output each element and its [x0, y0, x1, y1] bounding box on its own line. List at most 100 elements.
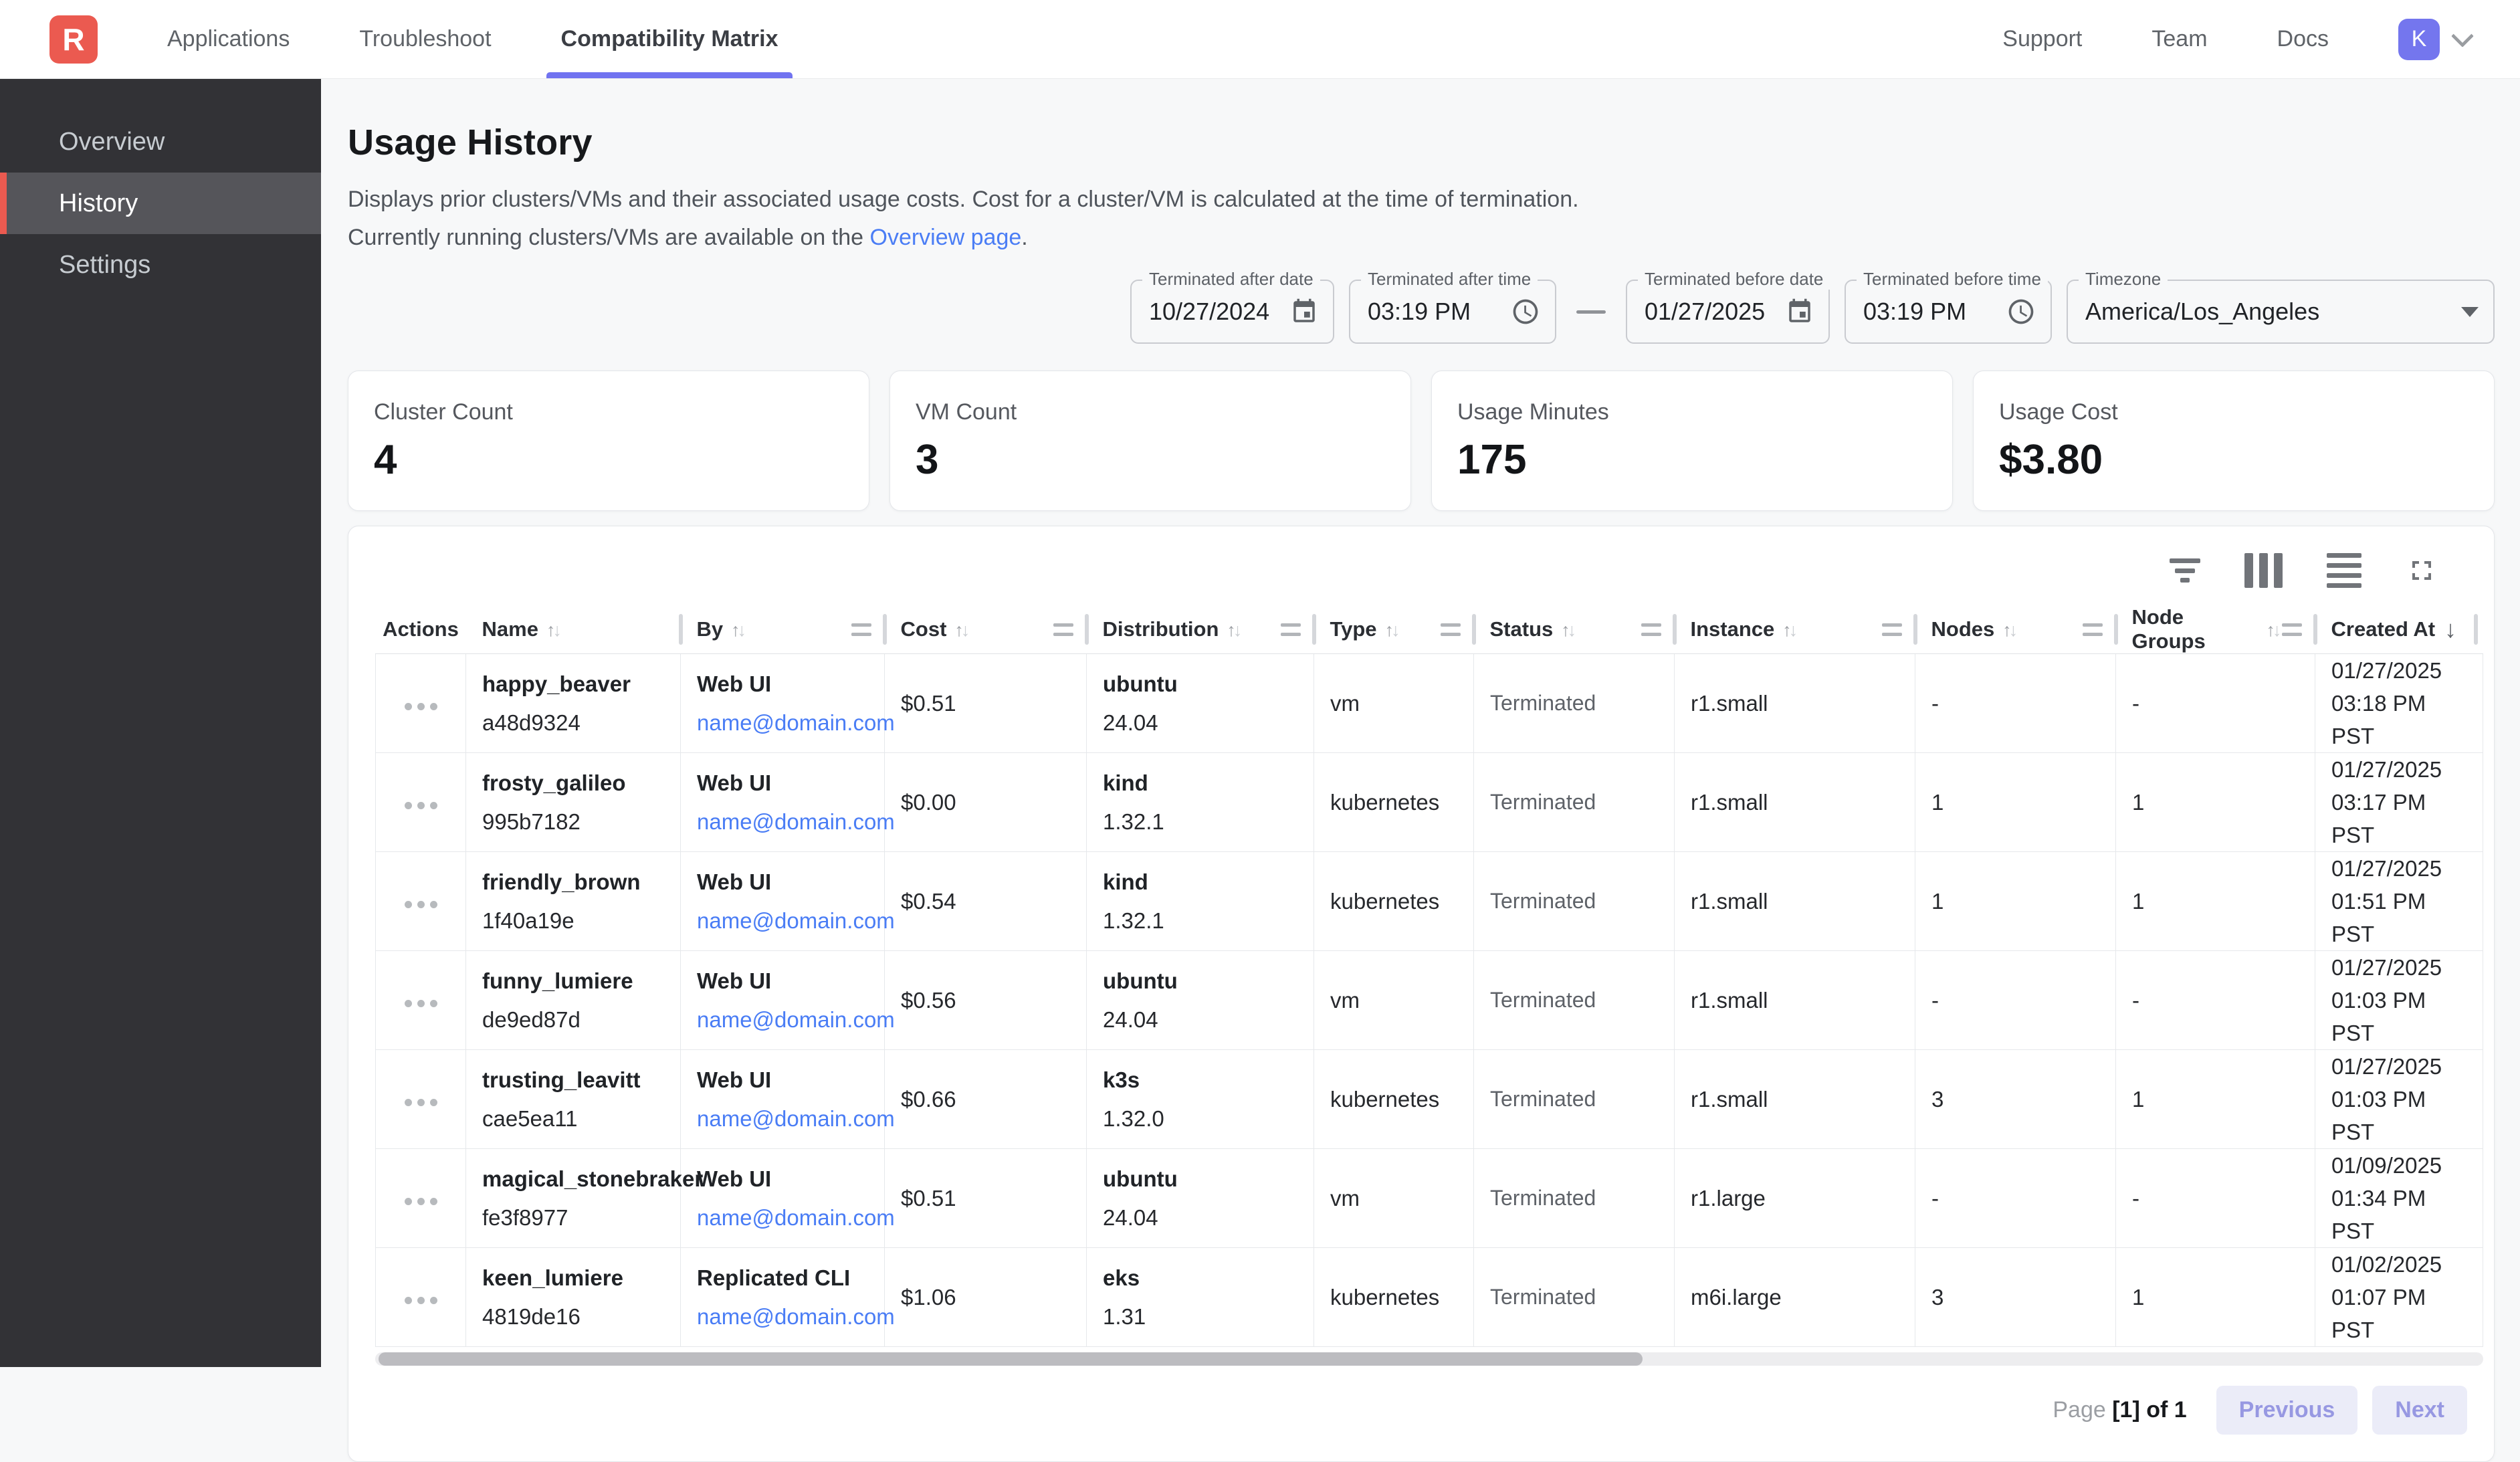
calendar-icon[interactable] [1786, 298, 1814, 326]
column-header-instance[interactable]: Instance [1675, 605, 1915, 654]
sort-icons[interactable] [954, 617, 970, 641]
column-menu-icon[interactable] [1882, 623, 1902, 636]
cluster-id: a48d9324 [482, 709, 668, 737]
row-actions-button[interactable] [398, 894, 444, 915]
horizontal-scrollbar-track[interactable] [375, 1352, 2483, 1366]
app-logo-letter: R [62, 21, 84, 58]
by-email-link[interactable]: name@domain.com [697, 1205, 895, 1230]
column-resize-handle[interactable] [1913, 614, 1917, 645]
column-resize-handle[interactable] [2114, 614, 2118, 645]
column-menu-icon[interactable] [2282, 623, 2302, 636]
row-actions-button[interactable] [398, 795, 444, 816]
clock-icon[interactable] [1511, 297, 1540, 326]
sidebar-item-history[interactable]: History [0, 173, 321, 234]
nodes-cell: 1 [1915, 852, 2116, 951]
column-header-type[interactable]: Type [1314, 605, 1474, 654]
filter-icon[interactable] [2170, 558, 2200, 583]
nav-item-compatibility-matrix[interactable]: Compatibility Matrix [561, 0, 778, 78]
by-email-link[interactable]: name@domain.com [697, 1304, 895, 1329]
nav-item-troubleshoot[interactable]: Troubleshoot [359, 0, 491, 78]
column-menu-icon[interactable] [1441, 623, 1461, 636]
column-header-node-groups[interactable]: Node Groups [2116, 605, 2315, 654]
sort-icons[interactable] [1561, 617, 1576, 641]
row-actions-button[interactable] [398, 1092, 444, 1113]
terminated-before-date-field[interactable]: Terminated before date 01/27/2025 [1626, 280, 1830, 344]
column-resize-handle[interactable] [1085, 614, 1089, 645]
nav-item-applications[interactable]: Applications [167, 0, 290, 78]
column-header-nodes[interactable]: Nodes [1915, 605, 2116, 654]
stat-value: 3 [916, 436, 1385, 484]
created-time: 01:51 PM PST [2331, 885, 2471, 950]
column-header-distribution[interactable]: Distribution [1087, 605, 1314, 654]
row-actions-button[interactable] [398, 993, 444, 1014]
user-menu-button[interactable]: K [2398, 19, 2471, 60]
status-cell: Terminated [1474, 852, 1675, 951]
table-row: friendly_brown1f40a19e Web UIname@domain… [376, 852, 2483, 951]
sort-icons[interactable] [1385, 617, 1400, 641]
clock-icon[interactable] [2006, 297, 2036, 326]
sort-icons[interactable] [2002, 617, 2018, 641]
sort-icons[interactable] [1227, 617, 1242, 641]
created-by: Web UI [697, 769, 872, 797]
row-actions-button[interactable] [398, 1290, 444, 1311]
sort-desc-icon[interactable] [2444, 615, 2456, 643]
sort-icons[interactable] [1782, 617, 1798, 641]
horizontal-scrollbar-thumb[interactable] [379, 1352, 1643, 1366]
column-resize-handle[interactable] [883, 614, 887, 645]
field-label: Timezone [2079, 269, 2168, 290]
fullscreen-icon[interactable] [2406, 554, 2438, 587]
previous-page-button[interactable]: Previous [2216, 1386, 2358, 1435]
column-resize-handle[interactable] [2313, 614, 2317, 645]
by-email-link[interactable]: name@domain.com [697, 710, 895, 735]
column-resize-handle[interactable] [1472, 614, 1476, 645]
sidebar-item-overview[interactable]: Overview [0, 111, 321, 173]
by-email-link[interactable]: name@domain.com [697, 1106, 895, 1131]
column-header-created-at[interactable]: Created At [2315, 605, 2483, 654]
sidebar-item-settings[interactable]: Settings [0, 234, 321, 296]
distribution-version: 1.32.0 [1103, 1105, 1301, 1133]
sort-icons[interactable] [546, 617, 562, 641]
instance-cell: r1.small [1675, 852, 1915, 951]
column-menu-icon[interactable] [851, 623, 871, 636]
status-cell: Terminated [1474, 1248, 1675, 1347]
nav-item-support[interactable]: Support [2002, 0, 2082, 78]
sort-icons[interactable] [731, 617, 746, 641]
column-menu-icon[interactable] [1053, 623, 1073, 636]
created-time: 01:07 PM PST [2331, 1281, 2471, 1346]
column-label: Distribution [1103, 617, 1219, 641]
column-header-status[interactable]: Status [1474, 605, 1675, 654]
column-resize-handle[interactable] [1312, 614, 1316, 645]
column-resize-handle[interactable] [679, 614, 683, 645]
nav-item-docs[interactable]: Docs [2277, 0, 2329, 78]
created-date: 01/02/2025 [2331, 1248, 2471, 1281]
column-menu-icon[interactable] [1641, 623, 1661, 636]
dropdown-arrow-icon [2461, 307, 2479, 317]
row-actions-button[interactable] [398, 696, 444, 717]
calendar-icon[interactable] [1290, 298, 1318, 326]
density-icon[interactable] [2327, 553, 2361, 588]
column-resize-handle[interactable] [1673, 614, 1677, 645]
column-header-name[interactable]: Name [466, 605, 681, 654]
timezone-select[interactable]: Timezone America/Los_Angeles [2067, 280, 2495, 344]
app-logo[interactable]: R [49, 15, 98, 64]
row-actions-button[interactable] [398, 1191, 444, 1212]
terminated-after-date-field[interactable]: Terminated after date 10/27/2024 [1130, 280, 1334, 344]
nav-item-team[interactable]: Team [2151, 0, 2207, 78]
by-email-link[interactable]: name@domain.com [697, 908, 895, 933]
column-menu-icon[interactable] [1281, 623, 1301, 636]
table-toolbar [348, 544, 2494, 595]
terminated-before-time-field[interactable]: Terminated before time 03:19 PM [1845, 280, 2052, 344]
terminated-after-time-field[interactable]: Terminated after time 03:19 PM [1349, 280, 1556, 344]
column-header-by[interactable]: By [681, 605, 885, 654]
columns-icon[interactable] [2244, 553, 2283, 588]
field-label: Terminated after time [1361, 269, 1538, 290]
by-email-link[interactable]: name@domain.com [697, 1007, 895, 1032]
column-menu-icon[interactable] [2083, 623, 2103, 636]
by-email-link[interactable]: name@domain.com [697, 809, 895, 834]
column-header-cost[interactable]: Cost [885, 605, 1087, 654]
column-resize-handle[interactable] [2474, 614, 2478, 645]
sort-icons[interactable] [2267, 617, 2282, 641]
field-value: 03:19 PM [1368, 298, 1471, 326]
overview-page-link[interactable]: Overview page [870, 225, 1022, 250]
next-page-button[interactable]: Next [2372, 1386, 2467, 1435]
